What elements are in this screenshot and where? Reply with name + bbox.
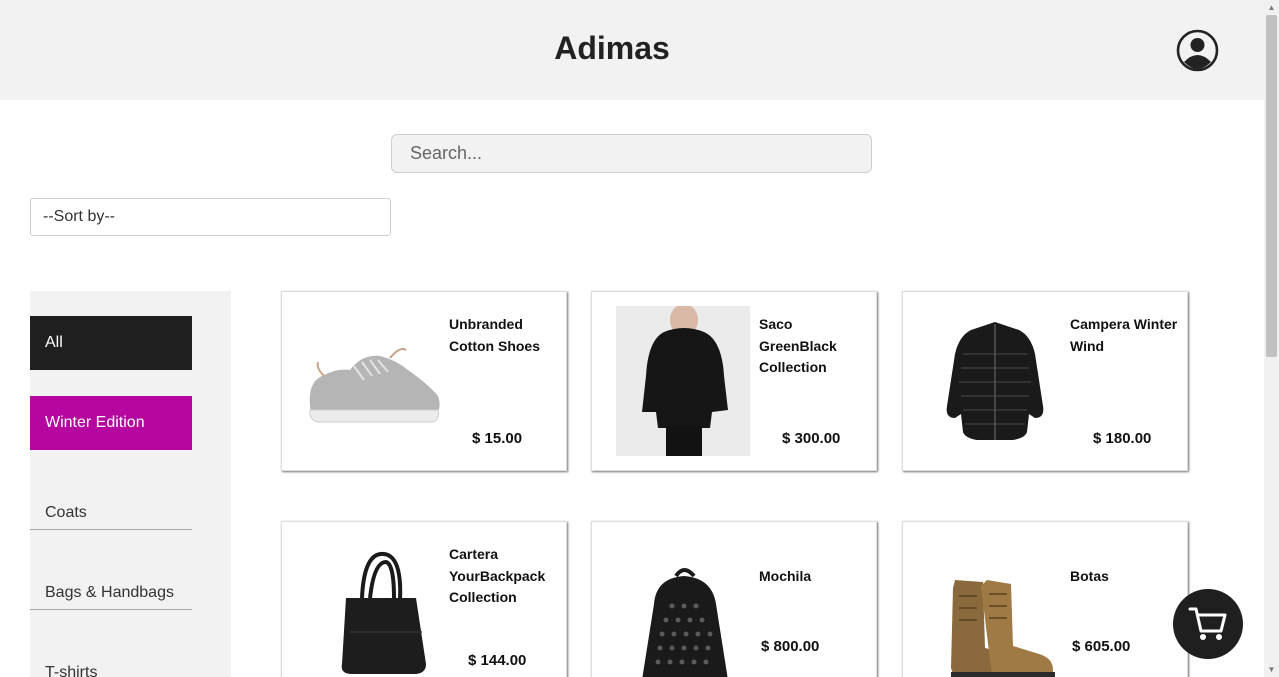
category-winter-edition[interactable]: Winter Edition: [30, 396, 192, 450]
scrollbar-thumb[interactable]: [1266, 15, 1277, 357]
gray-sneaker-image: [309, 348, 440, 423]
category-all[interactable]: All: [30, 316, 192, 370]
product-card[interactable]: Unbranded Cotton Shoes $ 15.00: [281, 291, 567, 471]
brown-boots-image: [951, 580, 1055, 677]
category-bags-handbags[interactable]: Bags & Handbags: [30, 556, 192, 610]
category-coats[interactable]: Coats: [30, 476, 192, 530]
black-sweater-image: [616, 306, 750, 456]
scroll-down-arrow-icon[interactable]: ▼: [1264, 662, 1279, 677]
scroll-up-arrow-icon[interactable]: ▲: [1264, 0, 1279, 15]
product-name: Cartera YourBackpack Collection: [449, 546, 546, 605]
vertical-scrollbar[interactable]: ▲ ▼: [1264, 0, 1279, 677]
product-card[interactable]: Cartera YourBackpack Collection $ 144.00: [281, 521, 567, 677]
header: Adimas: [0, 0, 1264, 100]
product-card[interactable]: Saco GreenBlack Collection $ 300.00: [591, 291, 877, 471]
product-name: Mochila: [759, 568, 812, 584]
product-name: Campera Winter Wind: [1070, 316, 1178, 354]
product-card[interactable]: Botas $ 605.00: [902, 521, 1188, 677]
product-name: Saco GreenBlack Collection: [759, 316, 837, 375]
page: Adimas --Sort by-- All Winter Edition Co…: [0, 0, 1279, 677]
black-puffer-jacket-image: [946, 322, 1044, 440]
product-card[interactable]: Mochila $ 800.00: [591, 521, 877, 677]
search-input[interactable]: [391, 134, 872, 173]
black-studded-backpack-image: [642, 568, 728, 677]
sort-select[interactable]: --Sort by--: [30, 198, 391, 236]
product-name: Unbranded Cotton Shoes: [449, 316, 540, 354]
brand-title: Adimas: [554, 30, 670, 66]
product-price: $ 300.00: [782, 430, 841, 447]
black-handbag-image: [341, 551, 426, 674]
user-circle-icon[interactable]: [1176, 29, 1219, 72]
product-name: Botas: [1070, 568, 1109, 584]
product-price: $ 144.00: [468, 652, 527, 669]
product-price: $ 605.00: [1072, 638, 1131, 655]
product-price: $ 15.00: [472, 430, 523, 447]
product-price: $ 800.00: [761, 638, 820, 655]
category-sidebar: All Winter Edition Coats Bags & Handbags…: [30, 291, 231, 677]
cart-button[interactable]: [1173, 589, 1243, 659]
product-price: $ 180.00: [1093, 430, 1152, 447]
category-t-shirts[interactable]: T-shirts: [30, 636, 192, 677]
product-card[interactable]: Campera Winter Wind $ 180.00: [902, 291, 1188, 471]
shopping-cart-icon: [1188, 607, 1227, 640]
